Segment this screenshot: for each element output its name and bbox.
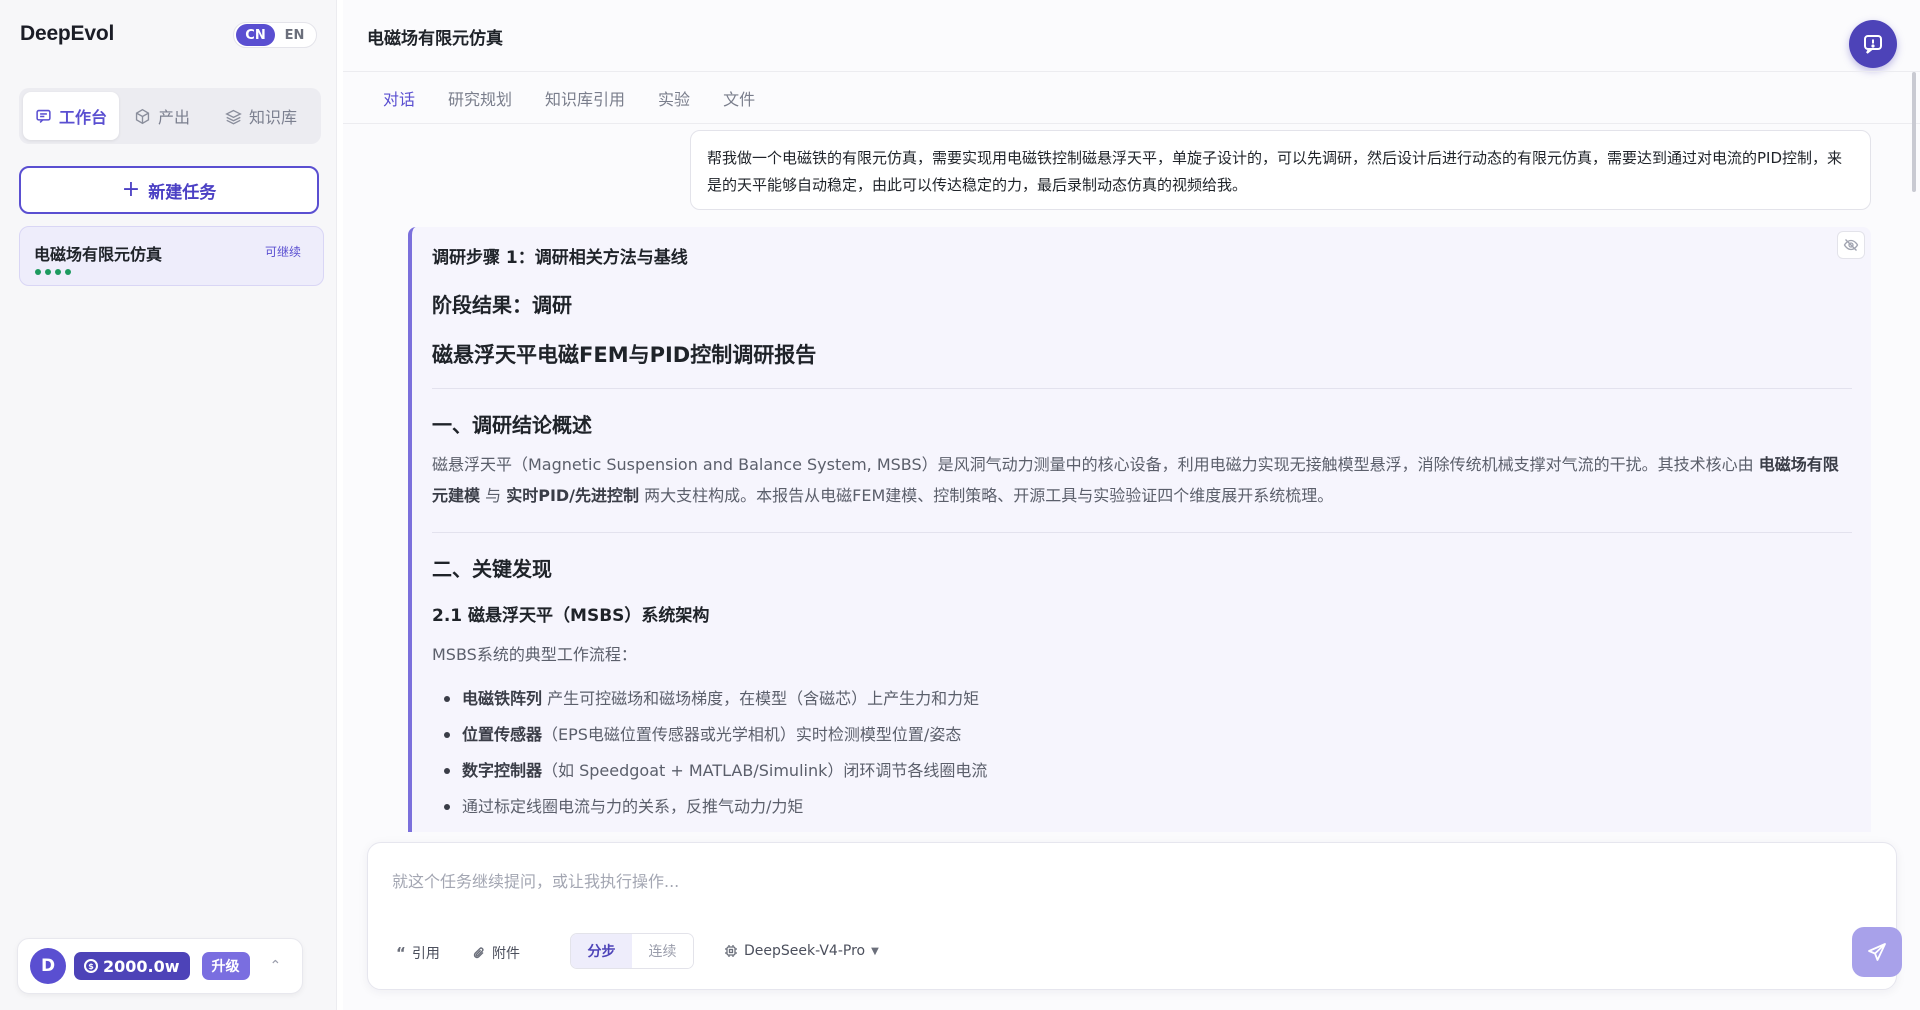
tab-knowledge-refs[interactable]: 知识库引用	[545, 86, 625, 110]
nav-knowledge[interactable]: 知识库	[205, 92, 317, 140]
attach-label: 附件	[492, 946, 520, 962]
coin-icon: $	[84, 959, 98, 973]
list-item: 电磁铁阵列 产生可控磁场和磁场梯度，在模型（含磁芯）上产生力和力矩	[432, 681, 987, 717]
user-message-bubble: 帮我做一个电磁铁的有限元仿真，需要实现用电磁铁控制磁悬浮天平，单旋子设计的，可以…	[690, 130, 1871, 210]
subsection-2-1-title: 2.1 磁悬浮天平（MSBS）系统架构	[432, 606, 710, 626]
report-title: 磁悬浮天平电磁FEM与PID控制调研报告	[432, 343, 817, 367]
main-panel: 电磁场有限元仿真 对话 研究规划 知识库引用 实验 文件 帮我做一个电磁铁的有限…	[343, 0, 1920, 1010]
credits-badge: $ 2000.0w	[74, 952, 190, 980]
feedback-button[interactable]	[1849, 20, 1897, 68]
nav-workbench[interactable]: 工作台	[23, 92, 119, 140]
message-alert-icon	[1864, 35, 1882, 54]
list-item: 通过标定线圈电流与力的关系，反推气动力/力矩	[432, 789, 987, 825]
new-task-button[interactable]: + 新建任务	[19, 166, 319, 214]
section-1-paragraph: 磁悬浮天平（Magnetic Suspension and Balance Sy…	[432, 455, 1839, 505]
plus-icon: +	[121, 177, 141, 202]
section-1-title: 一、调研结论概述	[432, 413, 592, 437]
quote-icon: “	[396, 944, 406, 962]
list-item: 位置传感器（EPS电磁位置传感器或光学相机）实时检测模型位置/姿态	[432, 717, 987, 753]
divider	[432, 532, 1852, 533]
send-button[interactable]	[1852, 927, 1902, 977]
lang-en-option[interactable]: EN	[275, 24, 314, 46]
composer-input[interactable]	[392, 867, 1792, 895]
subsection-intro: MSBS系统的典型工作流程：	[432, 645, 637, 664]
scrollbar-thumb[interactable]	[1912, 72, 1916, 192]
tab-files[interactable]: 文件	[723, 86, 755, 110]
upgrade-button[interactable]: 升级	[201, 952, 250, 980]
chat-icon	[36, 109, 51, 123]
composer: “ 引用 附件 分步 连续 DeepSeek-V4-Pro ▼	[367, 842, 1902, 990]
nav-workbench-label: 工作台	[58, 108, 107, 127]
tab-research-plan[interactable]: 研究规划	[448, 86, 512, 110]
mode-step-option[interactable]: 分步	[571, 934, 632, 968]
attach-button[interactable]: 附件	[472, 943, 520, 963]
divider	[432, 388, 1852, 389]
nav-knowledge-label: 知识库	[248, 108, 297, 127]
account-panel[interactable]: D $ 2000.0w 升级 ⌃	[17, 938, 303, 994]
language-toggle[interactable]: CN EN	[233, 22, 317, 48]
bold-term: 实时PID/先进控制	[506, 486, 640, 505]
task-progress-dots	[35, 269, 71, 275]
lang-cn-option[interactable]: CN	[236, 24, 275, 46]
section-2-title: 二、关键发现	[432, 557, 552, 581]
avatar[interactable]: D	[30, 948, 66, 984]
tab-chat[interactable]: 对话	[383, 86, 415, 110]
hide-toggle-button[interactable]	[1837, 231, 1865, 259]
eye-off-icon	[1843, 239, 1859, 251]
paperclip-icon	[473, 947, 484, 959]
nav-outputs-label: 产出	[157, 108, 190, 127]
credits-value: 2000.0w	[103, 956, 180, 976]
send-icon	[1868, 943, 1886, 961]
cite-label: 引用	[411, 946, 440, 962]
task-status-badge: 可继续	[264, 245, 301, 259]
research-result-card: 调研步骤 1：调研相关方法与基线 阶段结果：调研 磁悬浮天平电磁FEM与PID控…	[408, 227, 1871, 832]
chevron-up-icon[interactable]: ⌃	[270, 958, 282, 974]
task-list-item[interactable]: 电磁场有限元仿真 可继续	[19, 226, 324, 286]
app-brand: DeepEvol	[20, 22, 115, 45]
sidebar-nav: 工作台 产出 知识库	[19, 88, 321, 144]
tab-experiment[interactable]: 实验	[658, 86, 690, 110]
mode-toggle: 分步 连续	[570, 933, 694, 969]
chip-icon	[725, 945, 737, 957]
page-title: 电磁场有限元仿真	[367, 29, 503, 49]
stage-result-heading: 阶段结果：调研	[432, 293, 572, 317]
layers-icon	[225, 109, 242, 124]
sidebar: DeepEvol CN EN 工作台 产出 知识库 + 新建任务 电磁场有限元仿…	[0, 0, 337, 1010]
chevron-down-icon: ▼	[871, 945, 879, 957]
nav-outputs[interactable]: 产出	[119, 92, 205, 140]
task-title: 电磁场有限元仿真	[34, 245, 163, 264]
research-step-heading: 调研步骤 1：调研相关方法与基线	[432, 248, 688, 268]
new-task-label: 新建任务	[148, 182, 217, 203]
model-select[interactable]: DeepSeek-V4-Pro ▼	[724, 943, 879, 959]
box-icon	[135, 108, 150, 124]
mode-continuous-option[interactable]: 连续	[632, 934, 693, 968]
workflow-list: 电磁铁阵列 产生可控磁场和磁场梯度，在模型（含磁芯）上产生力和力矩 位置传感器（…	[432, 681, 987, 825]
model-label: DeepSeek-V4-Pro	[744, 943, 866, 959]
list-item: 数字控制器（如 Speedgoat + MATLAB/Simulink）闭环调节…	[432, 753, 987, 789]
cite-button[interactable]: “ 引用	[396, 943, 440, 963]
content-tabs: 对话 研究规划 知识库引用 实验 文件	[383, 86, 755, 110]
